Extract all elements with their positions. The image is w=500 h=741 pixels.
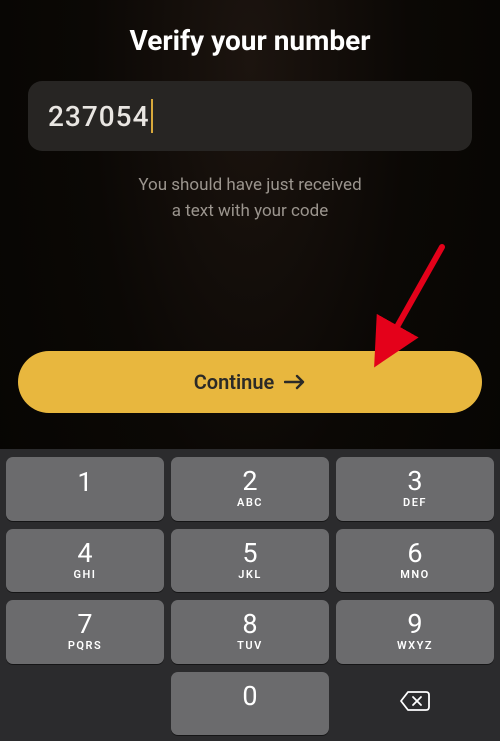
- keypad-blank: [6, 672, 164, 736]
- keypad-key-5[interactable]: 5JKL: [171, 529, 329, 593]
- keypad-digit: 8: [242, 611, 257, 638]
- keypad-letters: JKL: [238, 568, 262, 581]
- keypad-key-1[interactable]: 1: [6, 457, 164, 521]
- keypad-key-2[interactable]: 2ABC: [171, 457, 329, 521]
- keypad-letters: GHI: [74, 568, 97, 581]
- keypad-letters: DEF: [403, 496, 427, 509]
- keypad-digit: 1: [77, 469, 92, 496]
- arrow-right-icon: [284, 374, 306, 390]
- keypad-digit: 4: [77, 540, 92, 567]
- continue-button-label: Continue: [194, 370, 275, 394]
- helper-text: You should have just received a text wit…: [0, 173, 500, 224]
- keypad-digit: 0: [242, 683, 257, 710]
- code-input-value: 237054: [48, 100, 149, 133]
- keypad-digit: 2: [242, 468, 257, 495]
- keypad-digit: 7: [77, 611, 92, 638]
- keypad-digit: 3: [407, 468, 422, 495]
- keypad-digit: 5: [242, 540, 257, 567]
- keypad-digit: 9: [407, 611, 422, 638]
- keypad-letters: WXYZ: [397, 639, 433, 652]
- keypad-letters: TUV: [237, 639, 263, 652]
- backspace-icon: [399, 690, 431, 716]
- helper-line-1: You should have just received: [0, 173, 500, 199]
- page-title: Verify your number: [0, 0, 500, 57]
- continue-button[interactable]: Continue: [18, 351, 482, 413]
- helper-line-2: a text with your code: [0, 199, 500, 225]
- keypad-key-6[interactable]: 6MNO: [336, 529, 494, 593]
- keypad-letters: ABC: [237, 496, 263, 509]
- text-caret: [151, 99, 153, 133]
- keypad-key-4[interactable]: 4GHI: [6, 529, 164, 593]
- keypad-letters: MNO: [400, 568, 430, 581]
- keypad-letters: PQRS: [68, 639, 102, 652]
- keypad-key-8[interactable]: 8TUV: [171, 600, 329, 664]
- code-input[interactable]: 237054: [28, 81, 472, 151]
- keypad-digit: 6: [407, 540, 422, 567]
- keypad-key-3[interactable]: 3DEF: [336, 457, 494, 521]
- keypad-backspace[interactable]: [336, 672, 494, 736]
- numeric-keypad: 12ABC3DEF4GHI5JKL6MNO7PQRS8TUV9WXYZ0: [0, 449, 500, 741]
- keypad-key-9[interactable]: 9WXYZ: [336, 600, 494, 664]
- keypad-key-0[interactable]: 0: [171, 672, 329, 736]
- keypad-key-7[interactable]: 7PQRS: [6, 600, 164, 664]
